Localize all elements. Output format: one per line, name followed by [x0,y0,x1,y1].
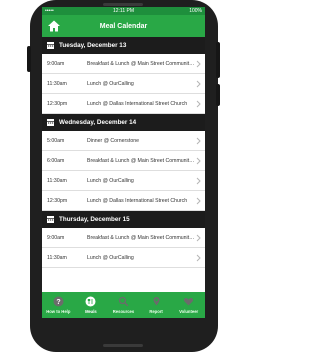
side-button [216,42,220,78]
speaker-grille-bottom [103,344,143,347]
meal-description: Breakfast & Lunch @ Main Street Communit… [87,234,205,241]
meal-description: Breakfast & Lunch @ Main Street Communit… [87,60,205,67]
meal-time: 11:30am [47,80,67,87]
meal-description: Lunch @ OurCalling [87,80,134,87]
status-bar: ••••• 12:11 PM 100% [42,7,205,15]
meal-description: Lunch @ Dallas International Street Chur… [87,100,188,107]
meal-description: Dinner @ Cornerstone [87,137,139,144]
day-header: Thursday, December 15 [42,211,205,228]
tab-question[interactable]: ? How to Help [43,296,73,314]
day-label: Thursday, December 15 [59,216,130,223]
day-header: Tuesday, December 13 [42,37,205,54]
tab-label: Resources [112,309,135,314]
power-button [216,84,220,106]
chevron-right-icon [196,234,201,242]
meal-time: 12:30pm [47,197,68,204]
meal-time: 12:30pm [47,100,68,107]
meal-row[interactable]: 9:00am Breakfast & Lunch @ Main Street C… [42,54,205,74]
tab-label: Report [149,309,163,314]
meals-icon [85,296,96,307]
meal-row[interactable]: 9:00am Breakfast & Lunch @ Main Street C… [42,228,205,248]
tab-label: Meals [85,309,97,314]
day-header: Wednesday, December 14 [42,114,205,131]
question-icon: ? [53,296,64,307]
calendar-icon [47,42,54,49]
app-header: Meal Calendar [42,15,205,37]
report-pin-icon [153,297,160,306]
chevron-right-icon [196,60,201,68]
magnifier-icon [118,296,129,307]
home-icon[interactable] [47,19,61,33]
meal-time: 9:00am [47,60,65,67]
calendar-icon [47,216,54,223]
svg-text:?: ? [56,299,60,306]
meal-row[interactable]: 5:00am Dinner @ Cornerstone [42,131,205,151]
volume-button [27,46,31,72]
chevron-right-icon [196,197,201,205]
meal-time: 11:30am [47,177,67,184]
meal-row[interactable]: 6:00am Breakfast & Lunch @ Main Street C… [42,151,205,171]
tab-magnifier[interactable]: Resources [108,296,138,314]
meal-row[interactable]: 11:30am Lunch @ OurCalling [42,171,205,191]
meal-row[interactable]: 11:30am Lunch @ OurCalling [42,74,205,94]
battery-indicator: 100% [189,8,202,14]
page-title: Meal Calendar [99,22,148,30]
meal-time: 5:00am [47,137,65,144]
tab-heart[interactable]: Volunteer [174,296,204,314]
meal-list: Tuesday, December 13 9:00am Breakfast & … [42,37,205,268]
day-label: Wednesday, December 14 [59,119,137,126]
chevron-right-icon [196,254,201,262]
calendar-icon [47,119,54,126]
meal-description: Lunch @ OurCalling [87,177,134,184]
meal-description: Lunch @ Dallas International Street Chur… [87,197,188,204]
tab-meals[interactable]: Meals [76,296,106,314]
tab-report-pin[interactable]: Report [141,296,171,314]
meal-time: 9:00am [47,234,65,241]
status-time: 12:11 PM [112,8,135,14]
day-label: Tuesday, December 13 [59,42,127,49]
meal-row[interactable]: 12:30pm Lunch @ Dallas International Str… [42,94,205,114]
chevron-right-icon [196,80,201,88]
tab-label: Volunteer [179,309,199,314]
meal-description: Lunch @ OurCalling [87,254,134,261]
meal-description: Breakfast & Lunch @ Main Street Communit… [87,157,205,164]
chevron-right-icon [196,100,201,108]
meal-row[interactable]: 11:30am Lunch @ OurCalling [42,248,205,268]
speaker-grille [103,3,143,6]
chevron-right-icon [196,177,201,185]
tab-bar: ? How to Help Meals Resources Report Vol… [42,292,205,318]
meal-time: 6:00am [47,157,65,164]
chevron-right-icon [196,157,201,165]
tab-label: How to Help [46,309,71,314]
chevron-right-icon [196,137,201,145]
app-screen: ••••• 12:11 PM 100% Meal Calendar Tuesda… [42,7,205,318]
heart-icon [184,298,194,306]
meal-time: 11:30am [47,254,67,261]
meal-row[interactable]: 12:30pm Lunch @ Dallas International Str… [42,191,205,211]
